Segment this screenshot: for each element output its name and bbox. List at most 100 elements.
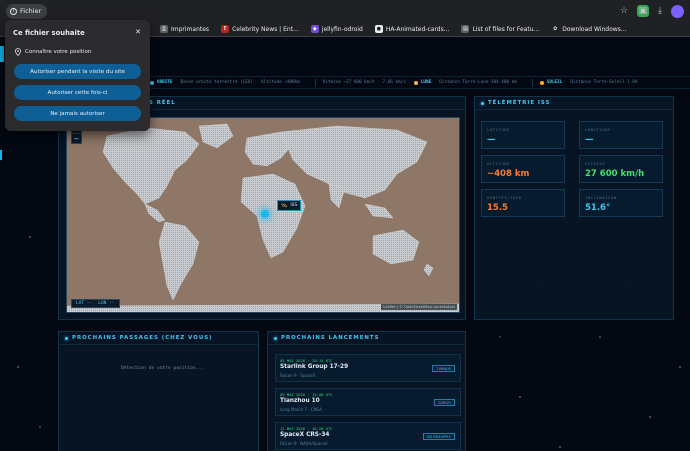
launches-panel-header: PROCHAINS LANCEMENTS (268, 332, 465, 345)
github-icon: ● (374, 25, 383, 33)
telemetry-card-latitude: LATITUDE — (481, 121, 565, 149)
launch-badge: T-MINUS (432, 365, 455, 372)
iss-tooltip-label: ISS (290, 203, 298, 208)
ticker-item: Vitesse ~27 600 km/h (322, 80, 375, 85)
telemetry-value: — (487, 135, 496, 145)
bookmark-item-2[interactable]: ◆ jellyfin-odroid (310, 25, 363, 33)
telemetry-card-longitude: LONGITUDE — (579, 121, 663, 149)
telemetry-card-inclination: INCLINAISON 51.6° (579, 189, 663, 217)
launch-name: Tianzhou 10 (280, 398, 320, 404)
satellite-icon: 🛰 (281, 202, 288, 209)
never-allow-button[interactable]: Ne jamais autoriser (14, 106, 141, 121)
telemetry-label: LATITUDE (487, 127, 511, 132)
allow-this-time-button[interactable]: Autoriser cette fois-ci (14, 85, 141, 100)
sun-icon (539, 80, 544, 85)
bookmark-item-5[interactable]: ✿ Download Windows... (551, 25, 626, 33)
bookmark-item-0[interactable]: ⎙ Imprimantes (160, 25, 209, 33)
close-icon[interactable]: ✕ (135, 28, 141, 36)
telemetry-label: VITESSE (585, 161, 606, 166)
ticker-item: Distance Terre-Lune 384 400 km (439, 80, 517, 85)
bookmark-item-4[interactable]: ▤ List of files for Featu... (461, 25, 539, 33)
launch-item[interactable]: 05 MAI 2026 · 20:15 UTC Starlink Group 1… (275, 354, 461, 382)
telemetry-value: — (585, 135, 594, 145)
location-pin-icon (15, 48, 21, 56)
permission-request-label: Connaître votre position (25, 49, 92, 55)
map-attribution[interactable]: Leaflet | © OpenStreetMap contributors (381, 304, 457, 310)
launch-date: 09 MAI 2026 · 15:08 UTC (280, 392, 333, 397)
moon-icon (413, 80, 418, 85)
jellyfin-icon: ◆ (310, 25, 319, 33)
panel-dot-icon (481, 101, 484, 105)
download-icon[interactable]: ⤓ (658, 4, 662, 18)
telemetry-value: 27 600 km/h (585, 169, 645, 179)
telemetry-value: 15.5 (487, 203, 508, 213)
address-bar-actions: ☆ ▣ ⤓ (620, 4, 684, 18)
zoom-out-button[interactable]: − (72, 133, 81, 143)
extension-icon[interactable]: ▣ (637, 5, 650, 17)
telemetry-label: INCLINAISON (585, 195, 617, 200)
bookmark-label: Download Windows... (562, 25, 627, 33)
bookmark-label: List of files for Featu... (472, 25, 540, 33)
bookmark-label: jellyfin-odroid (321, 25, 363, 33)
info-icon: i (10, 7, 17, 15)
info-ticker: ORBITE Basse orbite terrestre (LEO) Alti… (150, 76, 690, 89)
telemetry-label: ALTITUDE (487, 161, 511, 166)
iss-tooltip: 🛰 ISS (277, 200, 302, 211)
bookmark-label: Celebrity News | Ent... (232, 25, 299, 33)
launch-name: SpaceX CRS-34 (280, 432, 330, 438)
ticker-item: Distance Terre-Soleil 1 UA (570, 80, 638, 85)
ticker-item: Altitude ~408km (260, 80, 300, 85)
ticker-orbit-title: ORBITE (157, 80, 173, 85)
launch-item[interactable]: 09 MAI 2026 · 15:08 UTC Tianzhou 10 Long… (275, 388, 461, 416)
orbit-dot-icon (150, 80, 154, 85)
profile-avatar[interactable] (671, 4, 684, 18)
launch-rocket: Long March 7 · CNSA (280, 407, 322, 412)
permission-title: Ce fichier souhaite (13, 29, 85, 37)
ticker-item: 7.66 km/s (382, 80, 406, 85)
telemetry-label: ORBITES/JOUR (487, 195, 522, 200)
telemetry-card-altitude: ALTITUDE ~408 km (481, 155, 565, 183)
ticker-moon-title: LUNE (420, 80, 432, 85)
launch-rocket: Falcon 9 · NASA/SpaceX (280, 441, 328, 446)
star-icon[interactable]: ☆ (620, 4, 628, 18)
bookmark-icon: ▤ (461, 25, 470, 33)
ticker-separator (314, 78, 316, 87)
launch-item[interactable]: 12 MAI 2026 · 16:28 UTC SpaceX CRS-34 Fa… (275, 422, 461, 450)
bookmark-label: HA-Animated-cards... (385, 25, 450, 33)
passes-panel: PROCHAINS PASSAGES (CHEZ VOUS) Détection… (58, 331, 259, 451)
printer-icon: ⎙ (160, 25, 168, 33)
launch-rocket: Falcon 9 · SpaceX (280, 373, 316, 378)
launch-badge: ISS RESUPPLY (422, 433, 455, 440)
launches-title: PROCHAINS LANCEMENTS (281, 335, 380, 341)
world-map[interactable]: + − 🛰 ISS LAT -- LON -- Leaflet | © Open… (66, 117, 460, 313)
nav-indicator-secondary (0, 150, 2, 160)
telemetry-panel-header: TÉLÉMÉTRIE ISS (475, 97, 673, 110)
iss-marker[interactable] (261, 210, 269, 218)
telemetry-card-speed: VITESSE 27 600 km/h (579, 155, 663, 183)
ticker-separator (531, 78, 533, 87)
celebrity-news-icon: E (221, 25, 230, 33)
telemetry-panel: TÉLÉMÉTRIE ISS LATITUDE — LONGITUDE — AL… (474, 96, 674, 320)
site-info-chip[interactable]: i Fichier (6, 3, 48, 19)
windows-icon: ✿ (553, 26, 558, 32)
telemetry-card-orbits: ORBITES/JOUR 15.5 (481, 189, 565, 217)
site-chip-label: Fichier (20, 7, 42, 15)
bookmark-item-1[interactable]: E Celebrity News | Ent... (221, 25, 299, 33)
passes-title: PROCHAINS PASSAGES (CHEZ VOUS) (72, 335, 213, 341)
permission-request: Connaître votre position (15, 48, 91, 56)
longitude-readout: LON -- (98, 301, 115, 306)
address-bar-row: i Fichier ☆ ▣ ⤓ (0, 0, 690, 22)
nav-indicator (0, 46, 4, 62)
launch-badge: CARGO (433, 399, 455, 406)
allow-while-visiting-button[interactable]: Autoriser pendant la visite du site (14, 64, 141, 79)
latitude-readout: LAT -- (76, 301, 93, 306)
telemetry-title: TÉLÉMÉTRIE ISS (488, 100, 551, 106)
bookmark-item-3[interactable]: ● HA-Animated-cards... (374, 25, 450, 33)
passes-status: Détection de votre position... (121, 366, 204, 371)
telemetry-label: LONGITUDE (585, 127, 611, 132)
panel-dot-icon (274, 336, 277, 340)
launch-date: 12 MAI 2026 · 16:28 UTC (280, 426, 333, 431)
launch-name: Starlink Group 17-29 (280, 364, 349, 370)
telemetry-value: ~408 km (487, 169, 530, 179)
coordinates-readout: LAT -- LON -- (71, 299, 120, 308)
